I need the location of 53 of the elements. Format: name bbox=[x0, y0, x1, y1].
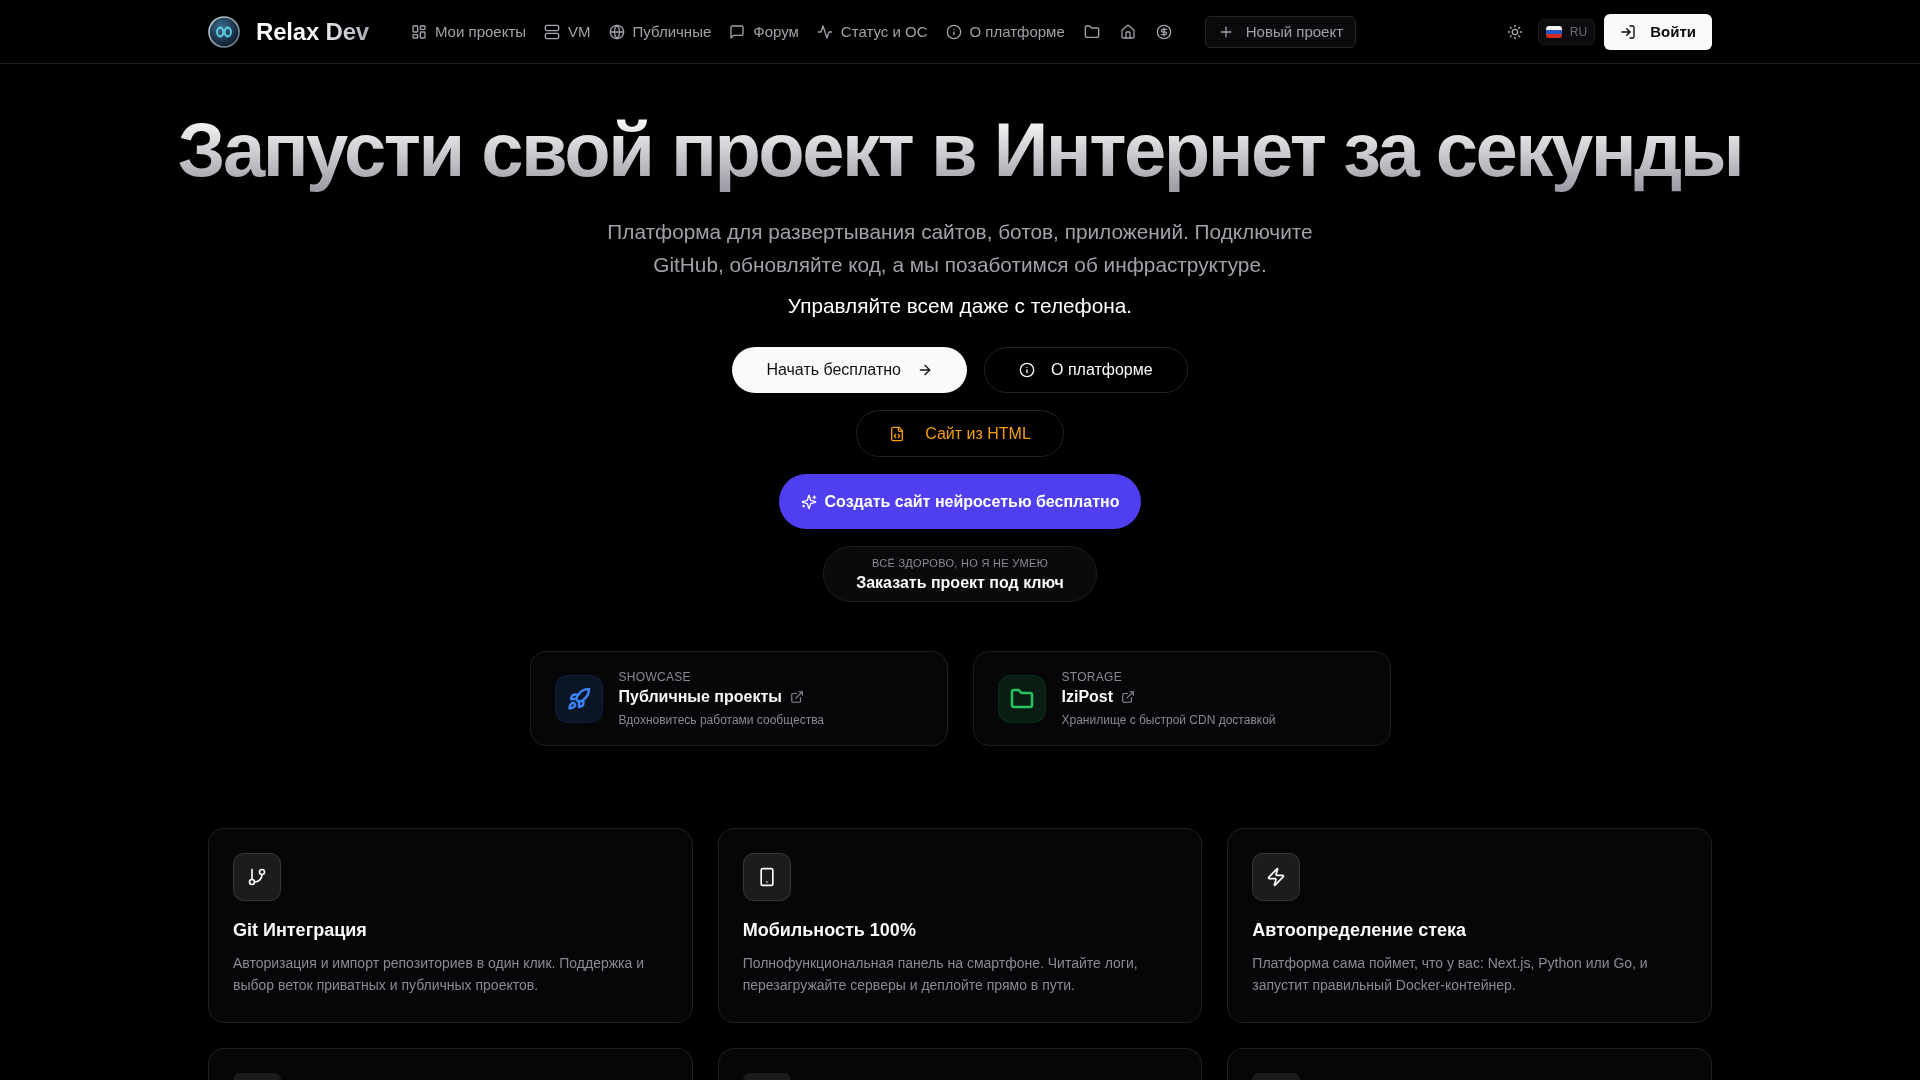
code-file-icon bbox=[889, 425, 906, 442]
logo-icon[interactable] bbox=[208, 15, 240, 48]
card-eyebrow: STORAGE bbox=[1061, 670, 1123, 684]
folder-icon bbox=[997, 674, 1046, 723]
external-link-icon bbox=[1121, 690, 1136, 704]
nav-link[interactable]: О платформе bbox=[939, 17, 1071, 46]
feature-title: Мобильность 100% bbox=[742, 919, 917, 941]
phone-icon bbox=[742, 853, 791, 901]
nav-link[interactable]: Статус и ОС bbox=[810, 17, 934, 46]
feature-title: Автоопределение стека bbox=[1252, 919, 1468, 941]
dashboard-icon bbox=[410, 23, 427, 40]
order-project-button[interactable]: ВСЁ ЗДОРОВО, НО Я НЕ УМЕЮ Заказать проект под ключ bbox=[823, 546, 1097, 602]
link-card[interactable]: STORAGE IziPost Хранилище с быстрой CDN доставкой bbox=[972, 651, 1391, 746]
info-icon bbox=[1019, 362, 1035, 378]
feature-description: Авторизация и импорт репозиториев в один клик. Поддержка и выбор веток приватных и публичных проектов. bbox=[233, 954, 646, 995]
card-description: Хранилище с быстрой CDN доставкой bbox=[1061, 713, 1276, 727]
folder-icon[interactable] bbox=[1083, 23, 1100, 40]
new-project-button[interactable]: Новый проект bbox=[1204, 15, 1356, 48]
hero-tagline: Управляйте всем даже с телефона. bbox=[787, 293, 1133, 319]
html-site-button[interactable]: Сайт из HTML bbox=[856, 410, 1064, 457]
hero-subtitle: Платформа для развертывания сайтов, ботов, приложений. Подключите GitHub, обновляйте код, а мы позаботимся об инфраструктуре. bbox=[606, 219, 1314, 278]
dollar-icon[interactable] bbox=[1155, 23, 1172, 40]
sun-icon[interactable] bbox=[1506, 23, 1523, 40]
login-icon bbox=[1620, 23, 1637, 40]
ai-site-button[interactable]: Создать сайт нейросетью бесплатно bbox=[778, 474, 1142, 529]
about-platform-button[interactable]: О платформе bbox=[984, 347, 1188, 393]
sparkles-icon bbox=[800, 493, 817, 510]
nav-link[interactable]: Публичные bbox=[602, 17, 718, 46]
globe-icon bbox=[608, 23, 625, 40]
pulse-icon bbox=[816, 23, 833, 40]
server-icon bbox=[544, 23, 561, 40]
feature-description: Платформа сама поймет, что у вас: Next.js, Python или Go, и запустит правильный Docker-контейнер. bbox=[1252, 954, 1649, 995]
lightning-icon bbox=[1252, 853, 1301, 901]
nav-link[interactable]: Форум bbox=[723, 17, 805, 46]
branch-icon bbox=[233, 853, 281, 901]
external-link-icon bbox=[789, 690, 804, 704]
info-icon bbox=[945, 23, 962, 40]
link-card[interactable]: SHOWCASE Публичные проекты Вдохновитесь работами сообщества bbox=[529, 651, 948, 746]
home-icon[interactable] bbox=[1119, 23, 1136, 40]
nav-link[interactable]: VM bbox=[538, 17, 597, 46]
feature-description: Полнофункциональная панель на смартфоне. Читайте логи, перезагружайте серверы и деплойте прямо в пути. bbox=[742, 954, 1139, 995]
feature-title: Git Интеграция bbox=[233, 919, 368, 941]
card-description: Вдохновитесь работами сообщества bbox=[618, 713, 825, 727]
chat-icon bbox=[729, 23, 746, 40]
nav-link[interactable]: Мои проекты bbox=[404, 17, 533, 46]
start-free-button[interactable]: Начать бесплатно bbox=[732, 347, 967, 393]
login-button[interactable]: Войти bbox=[1604, 13, 1712, 50]
flag-icon bbox=[1545, 25, 1562, 38]
card-title: Публичные проекты bbox=[618, 688, 782, 706]
card-title: IziPost bbox=[1061, 688, 1114, 706]
rocket-icon bbox=[554, 674, 603, 723]
language-selector[interactable]: RU bbox=[1537, 18, 1596, 45]
card-eyebrow: SHOWCASE bbox=[618, 670, 691, 684]
